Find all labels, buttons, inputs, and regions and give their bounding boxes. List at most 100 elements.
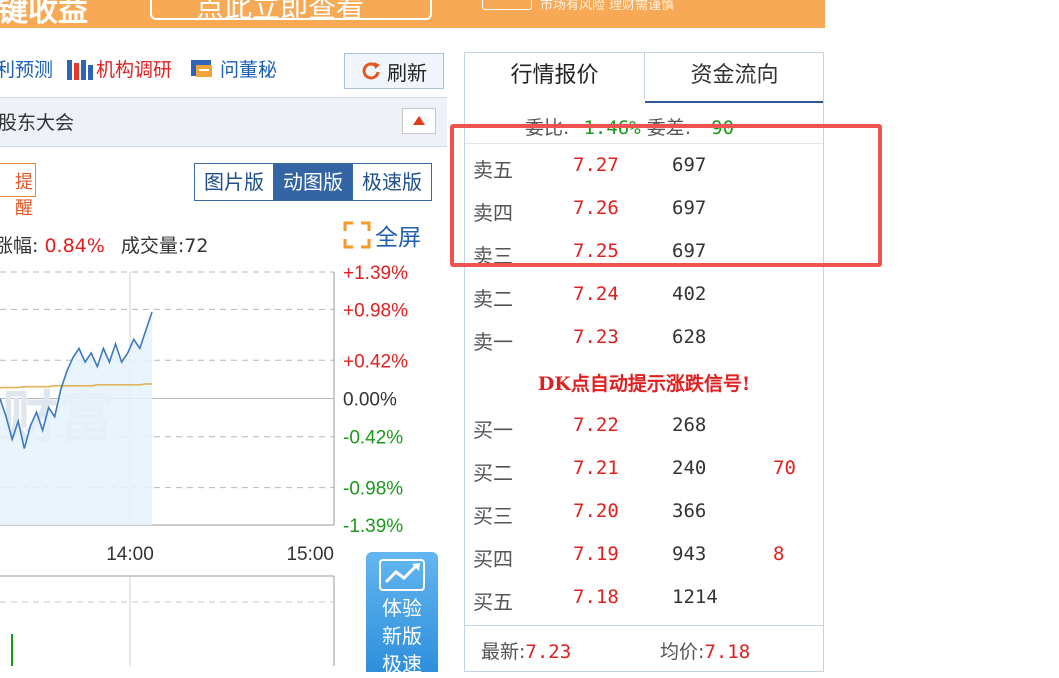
refresh-icon: [362, 62, 380, 80]
y-tick-label: +0.98%: [343, 300, 408, 321]
buy-volume: 943: [672, 543, 707, 565]
banner-risk-text: 市场有风险 理财需谨慎: [540, 0, 675, 13]
ask-secretary-link[interactable]: 问董秘: [190, 55, 277, 82]
triangle-up-icon: [413, 116, 425, 125]
sell-volume: 697: [672, 154, 707, 176]
top-ad-banner[interactable]: 键收益 点此立即查看 市场有风险 理财需谨慎: [0, 0, 825, 28]
ask-secretary-label: 问董秘: [220, 59, 278, 81]
average-value: 7.18: [704, 641, 751, 663]
sell-level-label: 卖四: [473, 201, 513, 225]
average-label: 均价:: [660, 641, 705, 663]
institution-research-icon: [67, 59, 93, 80]
buy-row: 买四 7.19 943 8: [465, 543, 823, 583]
sell-volume: 697: [672, 197, 707, 219]
buy-volume-change: 70: [773, 457, 796, 479]
order-ratio-label: 委比:: [525, 117, 570, 139]
sell-volume: 402: [672, 283, 707, 305]
buy-row: 买五 7.18 1214: [465, 586, 823, 626]
y-tick-label: +1.39%: [343, 263, 408, 284]
refresh-button[interactable]: 刷新: [344, 53, 444, 89]
order-ratio-row: 委比: 1.46% 委差: 90: [525, 113, 734, 140]
shareholder-meeting-bar[interactable]: 股东大会: [0, 97, 447, 147]
institution-research-link[interactable]: 机构调研: [66, 55, 172, 82]
order-diff-value: 90: [711, 117, 735, 139]
remind-button[interactable]: 提醒: [0, 163, 36, 219]
sell-level-label: 卖一: [473, 330, 513, 354]
collapse-button[interactable]: [402, 108, 436, 134]
sell-row: 卖四 7.26 697: [465, 197, 823, 237]
tab-capital-flow[interactable]: 资金流向: [646, 53, 823, 101]
change-label: 涨幅:: [0, 235, 39, 257]
sell-level-label: 卖三: [473, 244, 513, 268]
fullscreen-icon: [343, 221, 371, 249]
new-version-line2: 新版: [382, 624, 422, 648]
banner-title: 键收益: [0, 0, 88, 28]
trend-icon: [379, 559, 425, 591]
sell-level-label: 卖二: [473, 287, 513, 311]
banner-button-label: 点此立即查看: [196, 0, 365, 24]
volume-panel: [0, 575, 335, 666]
volume-value: 72: [184, 235, 209, 257]
ad-tag: [482, 0, 532, 10]
price-stats: 涨幅: 0.84% 成交量:72: [0, 231, 208, 258]
chart-x-labels: 14:00 15:00: [106, 544, 334, 565]
remind-label: 提醒: [15, 172, 33, 219]
sell-row: 卖二 7.24 402: [465, 283, 823, 323]
view-fast-tab[interactable]: 极速版: [353, 164, 431, 200]
sell-price: 7.23: [573, 326, 619, 348]
buy-volume: 268: [672, 414, 707, 436]
latest-price: 最新:7.23: [481, 637, 571, 664]
profit-forecast-link[interactable]: 利预测: [0, 55, 53, 82]
chart-view-switch: 图片版 动图版 极速版: [194, 163, 432, 201]
buy-row: 买三 7.20 366: [465, 500, 823, 540]
new-version-line1: 体验: [382, 596, 422, 620]
sell-row: 卖五 7.27 697: [465, 154, 823, 194]
sell-price: 7.25: [573, 240, 619, 262]
buy-row: 买二 7.21 240 70: [465, 457, 823, 497]
chat-bubble-icon: [191, 59, 212, 77]
refresh-label: 刷新: [387, 60, 427, 85]
view-image-tab[interactable]: 图片版: [195, 164, 274, 200]
profit-forecast-label: 利预测: [0, 59, 54, 81]
buy-level-label: 买五: [473, 590, 513, 614]
sell-row: 卖三 7.25 697: [465, 240, 823, 280]
buy-price: 7.18: [573, 586, 619, 608]
change-value: 0.84%: [44, 235, 105, 257]
x-tick-label: 15:00: [286, 544, 334, 565]
divider: [465, 143, 823, 144]
tab-active-gap: [465, 99, 645, 103]
divider: [465, 625, 823, 626]
buy-volume: 1214: [672, 586, 718, 608]
buy-level-label: 买二: [473, 461, 513, 485]
y-tick-label: -0.98%: [343, 479, 403, 500]
latest-label: 最新:: [481, 641, 526, 663]
new-version-button[interactable]: 体验 新版 极速: [366, 552, 438, 676]
dk-signal-banner[interactable]: DK点自动提示涨跌信号!: [465, 369, 823, 396]
average-price: 均价:7.18: [660, 637, 750, 664]
y-tick-label: 0.00%: [343, 390, 397, 411]
x-tick-label: 14:00: [106, 544, 154, 565]
chart-y-labels: +1.39% +0.98% +0.42% 0.00% -0.42% -0.98% -1.39…: [343, 263, 408, 537]
new-version-line3: 极速: [382, 652, 422, 676]
buy-price: 7.21: [573, 457, 619, 479]
sell-volume: 697: [672, 240, 707, 262]
sell-price: 7.27: [573, 154, 619, 176]
buy-price: 7.20: [573, 500, 619, 522]
order-ratio-value: 1.46%: [583, 117, 641, 139]
quote-panel: 行情报价 资金流向 委比: 1.46% 委差: 90 卖五 7.27 697 卖四 7.…: [464, 52, 824, 672]
volume-label: 成交量:: [120, 235, 185, 257]
fullscreen-button[interactable]: 全屏: [343, 218, 421, 252]
buy-volume: 240: [672, 457, 707, 479]
buy-volume: 366: [672, 500, 707, 522]
sell-volume: 628: [672, 326, 707, 348]
tab-market-quote[interactable]: 行情报价: [465, 53, 645, 103]
institution-research-label: 机构调研: [96, 59, 173, 81]
sell-level-label: 卖五: [473, 158, 513, 182]
sell-price: 7.24: [573, 283, 619, 305]
fullscreen-label: 全屏: [375, 225, 421, 251]
buy-level-label: 买一: [473, 418, 513, 442]
buy-level-label: 买三: [473, 504, 513, 528]
buy-price: 7.19: [573, 543, 619, 565]
view-animated-tab[interactable]: 动图版: [274, 164, 353, 200]
sell-price: 7.26: [573, 197, 619, 219]
